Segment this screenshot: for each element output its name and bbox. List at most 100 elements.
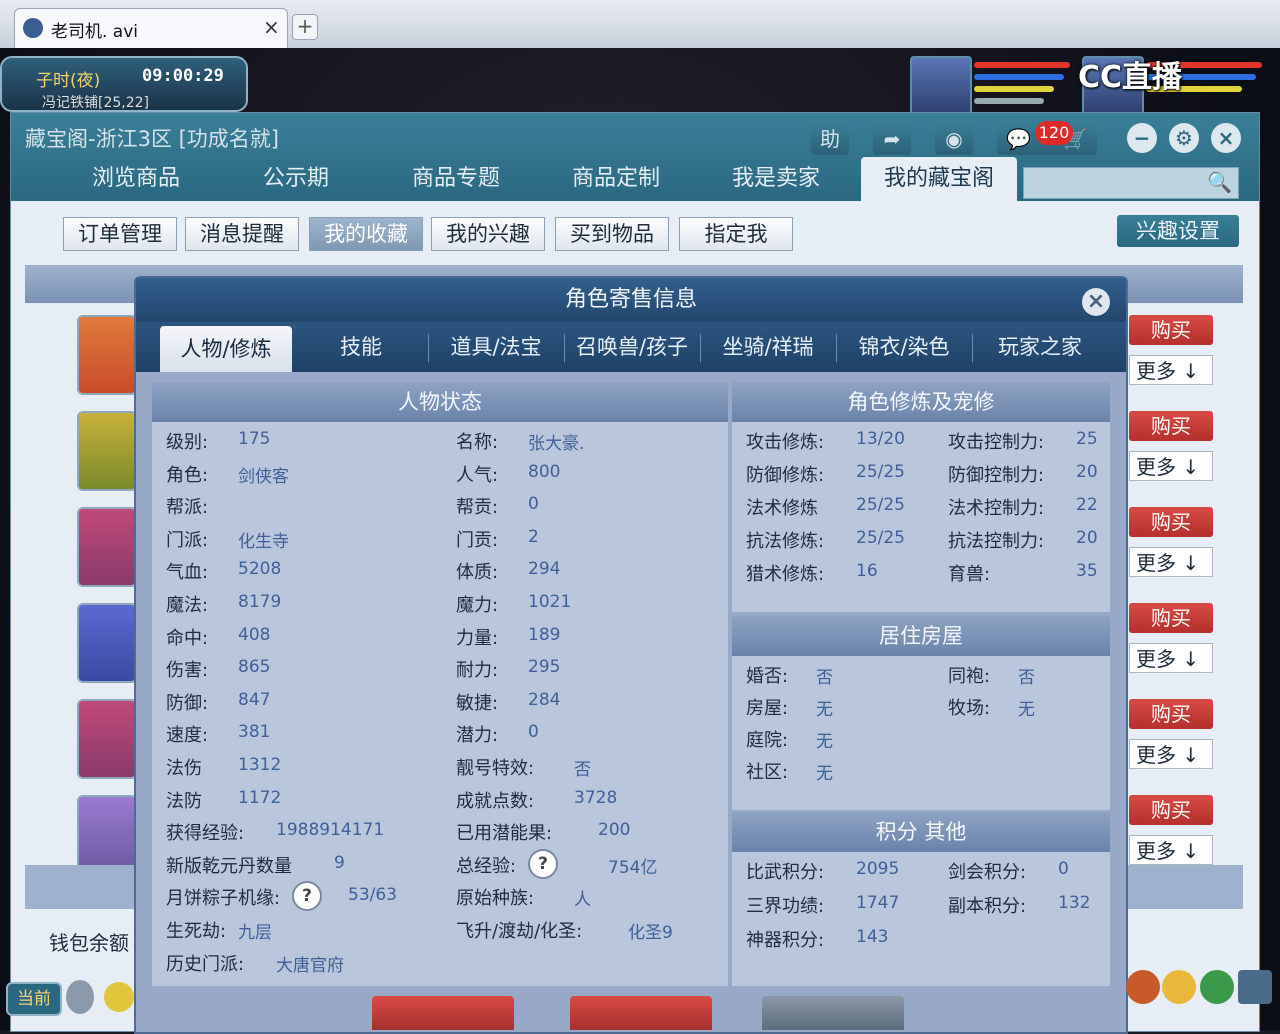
favorited-button[interactable] xyxy=(762,996,904,1030)
stat-value: 0 xyxy=(1058,859,1069,879)
browser-tab[interactable]: 老司机. avi × xyxy=(14,8,288,49)
search-icon[interactable]: 🔍 xyxy=(1207,170,1232,194)
stat-row: 获得经验: 1988914171 已用潜能果: 200 xyxy=(152,813,728,846)
sub-tab-interests[interactable]: 我的兴趣 xyxy=(431,217,545,251)
sub-tab-orders[interactable]: 订单管理 xyxy=(63,217,177,251)
player-portrait[interactable] xyxy=(910,56,972,116)
stat-row: 比武积分: 2095 剑会积分: 0 xyxy=(732,852,1110,886)
nav-tab-public[interactable]: 公示期 xyxy=(221,157,371,201)
current-channel-button[interactable]: 当前 xyxy=(6,982,62,1016)
share-icon[interactable]: ➦ xyxy=(873,123,911,155)
buy-button[interactable]: 购买 xyxy=(1129,315,1213,345)
modal-close-icon[interactable]: × xyxy=(1082,288,1110,316)
microphone-icon[interactable] xyxy=(66,980,94,1014)
stat-label: 神器积分: xyxy=(746,930,825,951)
help-icon[interactable]: ? xyxy=(528,848,558,879)
tab-close-icon[interactable]: × xyxy=(263,15,280,39)
stat-value: 2095 xyxy=(856,859,900,879)
emote-icon[interactable] xyxy=(1162,970,1196,1004)
nav-tab-custom[interactable]: 商品定制 xyxy=(541,157,691,201)
stop-icon[interactable]: ◉ xyxy=(935,123,973,155)
housing-rows: 婚否: 否同袍: 否房屋: 无牧场: 无庭院: 无社区: 无 xyxy=(732,656,1110,784)
tab-skills[interactable]: 技能 xyxy=(296,322,426,372)
buy-button[interactable]: 购买 xyxy=(1129,699,1213,729)
more-button[interactable]: 更多 ↓ xyxy=(1129,835,1213,865)
buy-now-button[interactable] xyxy=(372,996,514,1030)
stat-value: 25/25 xyxy=(856,495,905,515)
more-button[interactable]: 更多 ↓ xyxy=(1129,739,1213,769)
stat-label: 法术控制力: xyxy=(948,498,1045,519)
stat-value: 16 xyxy=(856,561,878,581)
stat-label: 房屋: xyxy=(746,698,789,719)
exp-bar xyxy=(974,98,1044,104)
game-clock: 09:00:29 xyxy=(142,66,224,86)
web-version-link[interactable] xyxy=(970,1002,1090,1030)
stat-value: 175 xyxy=(238,429,271,449)
stat-value: 25/25 xyxy=(856,528,905,548)
housing-section-title: 居住房屋 xyxy=(732,616,1110,656)
window-header: 藏宝阁-浙江3区 [功成名就] 助 ➦ ◉ 💬 🛒 120 − ⚙ × 浏览商品… xyxy=(11,113,1259,201)
stat-value: 2 xyxy=(528,526,539,547)
settings-gear-icon[interactable]: ⚙ xyxy=(1169,123,1199,153)
stat-row: 庭院: 无 xyxy=(732,720,1110,752)
tab-mounts[interactable]: 坐骑/祥瑞 xyxy=(702,322,834,372)
stat-label: 原始种族: xyxy=(456,888,535,910)
buy-button[interactable]: 购买 xyxy=(1129,603,1213,633)
stat-row: 生死劫: 九层 飞升/渡劫/化圣: 化圣9 xyxy=(152,911,728,944)
stat-value: 408 xyxy=(238,624,271,645)
stat-row: 法防 1172 成就点数: 3728 xyxy=(152,781,728,814)
stat-label: 帮派: xyxy=(166,497,209,519)
search-input[interactable]: 🔍 xyxy=(1023,167,1239,199)
tab-separator xyxy=(972,334,973,362)
help-icon[interactable]: ? xyxy=(292,881,322,912)
stat-row: 攻击修炼: 13/20 攻击控制力: 25 xyxy=(732,422,1110,455)
stat-value: 189 xyxy=(528,624,561,645)
buy-button[interactable]: 购买 xyxy=(1129,411,1213,441)
nav-tab-topics[interactable]: 商品专题 xyxy=(381,157,531,201)
stat-value: 1988914171 xyxy=(276,820,385,841)
tab-character[interactable]: 人物/修炼 xyxy=(160,326,292,372)
window-close-icon[interactable]: × xyxy=(1211,123,1241,153)
tab-summons[interactable]: 召唤兽/孩子 xyxy=(566,322,698,372)
more-button[interactable]: 更多 ↓ xyxy=(1129,451,1213,481)
stat-label: 人气: xyxy=(456,464,499,486)
tab-home[interactable]: 玩家之家 xyxy=(974,322,1106,372)
minimize-icon[interactable]: − xyxy=(1127,123,1157,153)
stat-value: 无 xyxy=(1018,700,1035,720)
chat-bubble-icon[interactable] xyxy=(104,982,134,1012)
new-tab-button[interactable]: + xyxy=(292,14,318,40)
nav-tab-browse[interactable]: 浏览商品 xyxy=(61,157,211,201)
stat-label: 庭院: xyxy=(746,730,789,751)
buy-button[interactable]: 购买 xyxy=(1129,795,1213,825)
computer-icon[interactable] xyxy=(1238,970,1272,1004)
more-button[interactable]: 更多 ↓ xyxy=(1129,643,1213,673)
anger-bar xyxy=(974,86,1054,92)
stat-value: 295 xyxy=(528,657,561,678)
points-section-title: 积分 其他 xyxy=(732,812,1110,852)
nav-tab-my-pavilion[interactable]: 我的藏宝阁 xyxy=(861,157,1017,201)
buy-button[interactable]: 购买 xyxy=(1129,507,1213,537)
stat-value: 化圣9 xyxy=(628,922,673,943)
stat-value: 132 xyxy=(1058,893,1091,913)
more-button[interactable]: 更多 ↓ xyxy=(1129,355,1213,385)
sub-tab-favorites[interactable]: 我的收藏 xyxy=(309,217,423,251)
more-button[interactable]: 更多 ↓ xyxy=(1129,547,1213,577)
sub-tab-designated[interactable]: 指定我 xyxy=(679,217,793,251)
tab-outfits[interactable]: 锦衣/染色 xyxy=(838,322,970,372)
stat-label: 攻击修炼: xyxy=(746,432,825,453)
stat-label: 牧场: xyxy=(948,698,991,719)
system-icon[interactable] xyxy=(1200,970,1234,1004)
stat-label: 防御控制力: xyxy=(948,465,1045,486)
nav-tab-seller[interactable]: 我是卖家 xyxy=(701,157,851,201)
stat-label: 法防 xyxy=(166,790,202,812)
help-button[interactable]: 助 xyxy=(811,123,849,155)
add-to-cart-button[interactable] xyxy=(570,996,712,1030)
tab-items[interactable]: 道具/法宝 xyxy=(430,322,562,372)
status-section: 人物状态 级别: 175 名称: 张大豪. 角色: 剑侠客 人气: 800 帮派: 帮贡: 0 门派:… xyxy=(152,382,728,986)
sub-tab-messages[interactable]: 消息提醒 xyxy=(185,217,299,251)
sub-tab-purchased[interactable]: 买到物品 xyxy=(555,217,669,251)
pet-icon[interactable] xyxy=(1126,970,1160,1004)
stat-value: 否 xyxy=(574,759,591,780)
interest-settings-button[interactable]: 兴趣设置 xyxy=(1117,215,1239,247)
stat-value: 800 xyxy=(528,461,561,482)
